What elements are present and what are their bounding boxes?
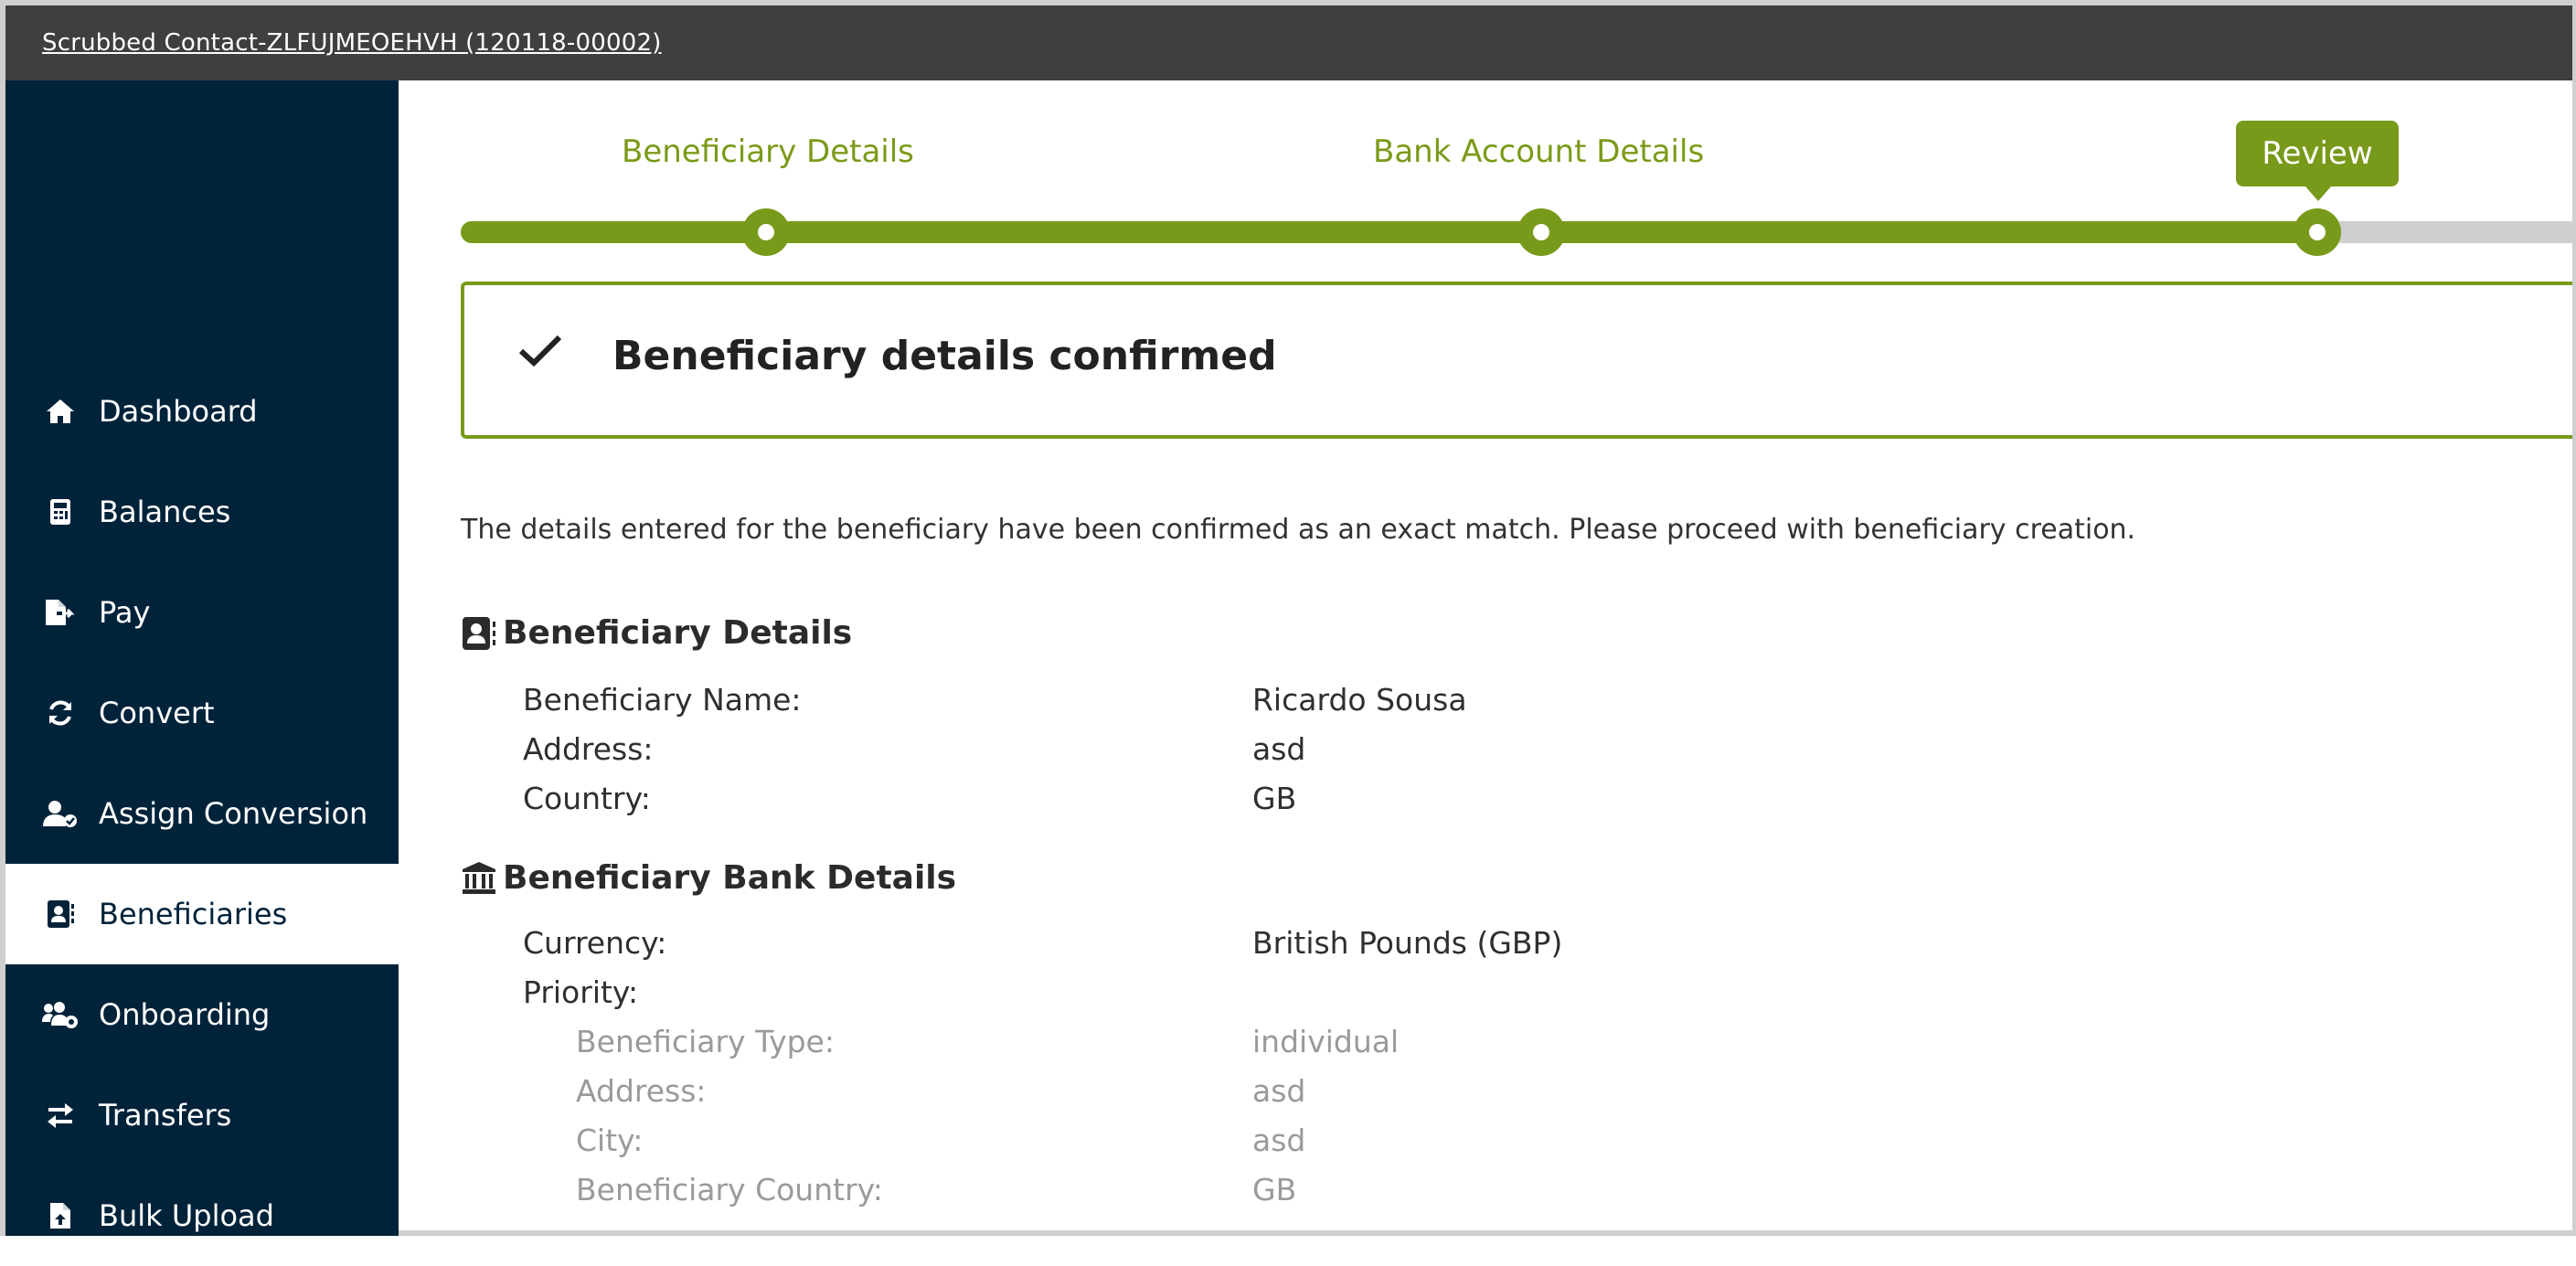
- field-value: GB: [1252, 1172, 1297, 1207]
- confirmation-banner: Beneficiary details confirmed: [461, 282, 2572, 439]
- sidebar-item-label: Dashboard: [99, 394, 258, 429]
- sidebar-item-label: Onboarding: [99, 997, 271, 1032]
- section-title: Beneficiary Bank Details: [503, 859, 957, 897]
- field-label: Priority:: [523, 974, 639, 1010]
- main-content: Beneficiary Details Bank Account Details…: [399, 80, 2572, 1236]
- address-book-icon: [461, 615, 497, 652]
- field-label: Currency:: [523, 925, 667, 961]
- field-label: Beneficiary Type:: [576, 1024, 835, 1059]
- sidebar-item-label: Pay: [99, 595, 151, 630]
- home-icon: [42, 393, 79, 430]
- refresh-icon: [42, 695, 79, 731]
- field-label: Address:: [523, 731, 654, 767]
- beneficiary-details-heading: Beneficiary Details: [461, 614, 852, 652]
- bank-details-heading: Beneficiary Bank Details: [461, 859, 956, 897]
- sidebar: Dashboard Balances Pay Convert Assign Co…: [5, 80, 399, 1236]
- file-upload-icon: [42, 1197, 79, 1234]
- calculator-icon: [42, 494, 79, 530]
- field-label: Beneficiary Name:: [523, 682, 802, 718]
- address-book-icon: [42, 896, 79, 932]
- field-value: asd: [1252, 1122, 1306, 1158]
- sidebar-item-assign-conversion[interactable]: Assign Conversion: [5, 763, 399, 864]
- field-value: asd: [1252, 1073, 1306, 1109]
- sidebar-item-label: Convert: [99, 696, 215, 730]
- step-bank-account-details[interactable]: Bank Account Details: [1373, 133, 1704, 170]
- field-value: British Pounds (GBP): [1252, 925, 1563, 961]
- field-label: Country:: [523, 781, 651, 816]
- step-review-current[interactable]: Review: [2236, 121, 2399, 201]
- sidebar-item-transfers[interactable]: Transfers: [5, 1065, 399, 1165]
- sidebar-item-dashboard[interactable]: Dashboard: [5, 361, 399, 462]
- field-label: Beneficiary Country:: [576, 1172, 883, 1207]
- sidebar-item-beneficiaries[interactable]: Beneficiaries: [5, 864, 399, 964]
- section-title: Beneficiary Details: [503, 614, 853, 652]
- sidebar-item-onboarding[interactable]: Onboarding: [5, 964, 399, 1065]
- confirmation-title: Beneficiary details confirmed: [612, 333, 1277, 379]
- sidebar-item-label: Assign Conversion: [99, 796, 368, 831]
- bank-icon: [461, 860, 497, 897]
- intro-text: The details entered for the beneficiary …: [461, 514, 2136, 546]
- field-label: City:: [576, 1122, 644, 1158]
- sidebar-item-label: Balances: [99, 495, 231, 529]
- step-node-3[interactable]: [2294, 208, 2341, 256]
- sidebar-item-convert[interactable]: Convert: [5, 663, 399, 763]
- file-export-icon: [42, 594, 79, 631]
- stepper-progress: [461, 221, 2318, 243]
- field-label: Address:: [576, 1073, 707, 1109]
- sidebar-item-label: Bulk Upload: [99, 1198, 274, 1233]
- user-assign-icon: [42, 795, 79, 832]
- users-cog-icon: [42, 996, 79, 1033]
- top-bar: Scrubbed Contact-ZLFUJMEOEHVH (120118-00…: [5, 5, 2572, 80]
- field-value: Ricardo Sousa: [1252, 682, 1467, 718]
- sidebar-item-label: Transfers: [99, 1098, 232, 1133]
- step-node-1[interactable]: [742, 208, 790, 256]
- sidebar-item-label: Beneficiaries: [99, 897, 288, 931]
- sidebar-item-balances[interactable]: Balances: [5, 462, 399, 562]
- check-icon: [517, 333, 563, 373]
- field-value: asd: [1252, 731, 1306, 767]
- sidebar-item-pay[interactable]: Pay: [5, 562, 399, 663]
- step-node-2[interactable]: [1517, 208, 1565, 256]
- contact-link[interactable]: Scrubbed Contact-ZLFUJMEOEHVH (120118-00…: [42, 29, 662, 57]
- exchange-arrows-icon: [42, 1097, 79, 1133]
- field-value: GB: [1252, 781, 1297, 816]
- step-beneficiary-details[interactable]: Beneficiary Details: [622, 133, 914, 170]
- field-value: individual: [1252, 1024, 1400, 1059]
- sidebar-item-bulk-upload[interactable]: Bulk Upload: [5, 1165, 399, 1266]
